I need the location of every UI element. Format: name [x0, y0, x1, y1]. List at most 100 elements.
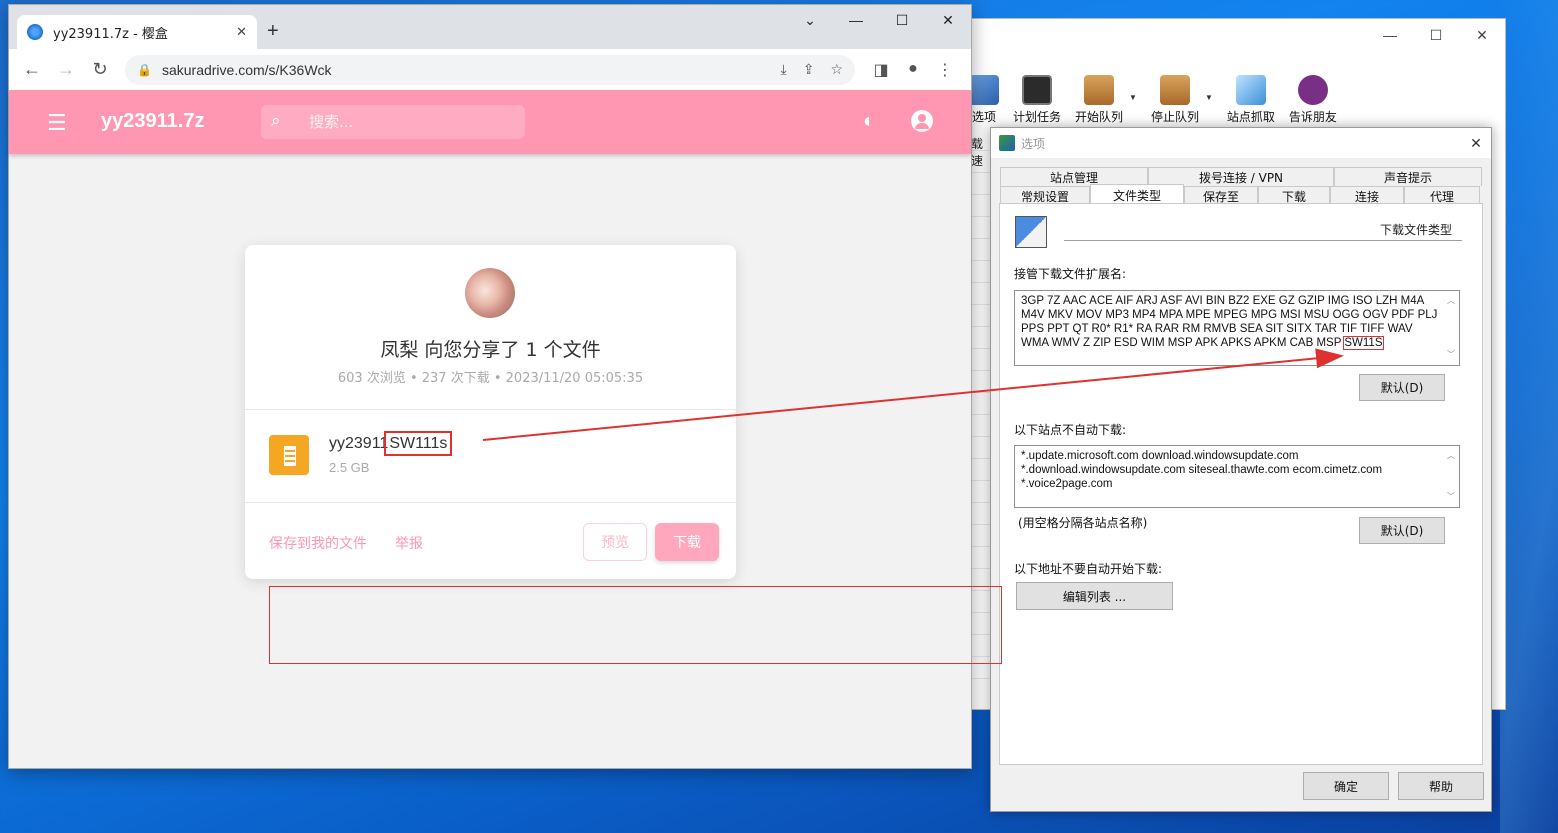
chevron-down-icon[interactable]: ▼ — [1129, 93, 1137, 127]
hamburger-menu-icon[interactable]: ☰ — [47, 110, 67, 136]
sites-textarea[interactable]: *.update.microsoft.com download.windowsu… — [1014, 445, 1460, 508]
annotation-box — [269, 586, 1002, 664]
toolbar-grabber-button[interactable]: 站点抓取 — [1227, 75, 1275, 127]
toolbar-tell-friend-button[interactable]: 告诉朋友 — [1289, 75, 1337, 127]
url-text: sakuradrive.com/s/K36Wck — [161, 61, 332, 78]
toolbar-start-queue-label: 开始队列 — [1075, 110, 1124, 124]
download-button[interactable]: 下载 — [655, 523, 719, 561]
divider — [245, 502, 736, 503]
bookmark-star-icon[interactable]: ☆ — [830, 61, 843, 78]
tab-file-types[interactable]: 文件类型 — [1090, 184, 1184, 205]
account-icon[interactable] — [911, 110, 933, 132]
close-icon[interactable]: ✕ — [1461, 135, 1491, 152]
tabs-row-top: 站点管理 拨号连接 / VPN 声音提示 — [1000, 167, 1482, 186]
install-app-icon[interactable]: ⤓ — [781, 61, 787, 78]
back-icon[interactable]: ← — [15, 59, 49, 80]
profile-icon[interactable]: ● — [897, 60, 929, 80]
tab-sound[interactable]: 声音提示 — [1334, 167, 1482, 186]
preview-button[interactable]: 预览 — [583, 523, 647, 561]
toolbar-options-button[interactable]: 选项 — [969, 75, 999, 127]
tab-strip: yy23911.7z - 樱盒 ✕ + ⌄ — ☐ ✕ — [9, 5, 971, 49]
toolbar-tell-friend-label: 告诉朋友 — [1288, 110, 1337, 124]
report-link[interactable]: 举报 — [395, 533, 423, 553]
help-button[interactable]: 帮助 — [1398, 772, 1484, 800]
window-controls: ⌄ — ☐ ✕ — [787, 5, 971, 35]
dialog-titlebar: 选项 ✕ — [991, 128, 1491, 158]
maximize-icon[interactable]: ☐ — [879, 5, 925, 35]
chevron-down-icon[interactable]: ⌄ — [787, 5, 833, 35]
file-name-ext-highlighted: SW111s — [384, 431, 453, 456]
search-box[interactable]: ⌕ — [261, 105, 525, 139]
share-title: 凤梨 向您分享了 1 个文件 — [380, 339, 601, 361]
section-title: 下载文件类型 — [1064, 221, 1462, 241]
close-icon[interactable]: ✕ — [925, 5, 971, 35]
site-line: *.download.windowsupdate.com siteseal.th… — [1021, 464, 1383, 476]
file-name-base: yy23911 — [329, 435, 389, 452]
toolbar-options-label: 选项 — [971, 110, 996, 124]
zip-file-icon — [269, 435, 309, 475]
ok-button[interactable]: 确定 — [1303, 772, 1389, 800]
default-extensions-button[interactable]: 默认(D) — [1359, 374, 1445, 401]
brightness-icon[interactable]: ◐ — [863, 110, 875, 133]
file-size: 2.5 GB — [329, 460, 370, 475]
new-tab-icon[interactable]: + — [267, 20, 279, 43]
site-line: *.update.microsoft.com download.windowsu… — [1021, 450, 1299, 462]
extensions-textarea[interactable]: 3GP 7Z AAC ACE AIF ARJ ASF AVI BIN BZ2 E… — [1014, 290, 1460, 366]
friend-icon — [1297, 75, 1328, 105]
toolbar-start-queue-button[interactable]: 开始队列 — [1075, 75, 1123, 127]
default-sites-button[interactable]: 默认(D) — [1359, 517, 1445, 544]
chevron-down-icon[interactable]: ▼ — [1205, 93, 1213, 127]
idm-toolbar: 选项 计划任务 开始队列 ▼ 停止队列 ▼ 站点抓取 告诉朋友 — [961, 75, 1505, 127]
chevron-down-icon[interactable]: ﹀ — [1447, 348, 1455, 362]
chevron-up-icon[interactable]: ︿ — [1447, 294, 1455, 308]
edit-list-button[interactable]: 编辑列表 ... — [1016, 582, 1173, 610]
site-title: yy23911.7z — [101, 110, 205, 132]
chevron-down-icon[interactable]: ﹀ — [1447, 490, 1455, 504]
file-name[interactable]: yy23911SW111s — [329, 431, 453, 456]
cursor-icon — [1235, 75, 1266, 105]
maximize-icon[interactable]: ☐ — [1413, 19, 1459, 51]
list-column-label: 载速 — [971, 137, 984, 168]
box-stop-icon — [1159, 75, 1190, 105]
forward-icon[interactable]: → — [49, 59, 83, 80]
scrollbar[interactable]: ︿ ﹀ — [1446, 449, 1456, 504]
browser-toolbar: ← → ↻ 🔒 sakuradrive.com/s/K36Wck ⤓ ⇪ ☆ ◨… — [9, 49, 971, 90]
close-icon[interactable]: ✕ — [1459, 19, 1505, 51]
sites-label: 以下站点不自动下载: — [1014, 423, 1127, 437]
sites-hint: (用空格分隔各站点名称) — [1018, 516, 1148, 530]
site-line: *.voice2page.com — [1021, 478, 1113, 490]
idm-window-controls: — ☐ ✕ — [1367, 19, 1505, 51]
browser-tab[interactable]: yy23911.7z - 樱盒 ✕ — [17, 15, 257, 49]
more-menu-icon[interactable]: ⋮ — [929, 60, 961, 80]
toolbar-stop-queue-label: 停止队列 — [1150, 110, 1199, 124]
wrench-icon — [969, 75, 999, 105]
search-icon: ⌕ — [271, 111, 281, 130]
side-panel-icon[interactable]: ◨ — [865, 60, 897, 80]
extensions-label: 接管下载文件扩展名: — [1014, 267, 1127, 281]
toolbar-stop-queue-button[interactable]: 停止队列 — [1151, 75, 1199, 127]
highlighted-extension: SW11S — [1343, 336, 1384, 350]
close-tab-icon[interactable]: ✕ — [236, 24, 247, 40]
address-bar[interactable]: 🔒 sakuradrive.com/s/K36Wck ⤓ ⇪ ☆ — [125, 54, 855, 85]
toolbar-grabber-label: 站点抓取 — [1226, 110, 1275, 124]
divider — [245, 409, 736, 410]
avatar — [465, 268, 515, 318]
toolbar-scheduler-button[interactable]: 计划任务 — [1013, 75, 1061, 127]
site-favicon-icon — [27, 24, 43, 40]
lock-icon[interactable]: 🔒 — [137, 63, 152, 77]
wallpaper-streak — [1500, 0, 1558, 833]
search-input[interactable] — [287, 113, 487, 131]
share-card: 凤梨 向您分享了 1 个文件 603 次浏览 • 237 次下载 • 2023/… — [245, 245, 736, 579]
minimize-icon[interactable]: — — [1367, 19, 1413, 51]
box-start-icon — [1084, 75, 1115, 105]
toolbar-scheduler-label: 计划任务 — [1013, 110, 1062, 124]
reload-icon[interactable]: ↻ — [83, 59, 117, 80]
save-to-my-files-link[interactable]: 保存到我的文件 — [269, 533, 367, 553]
chevron-up-icon[interactable]: ︿ — [1447, 449, 1455, 463]
minimize-icon[interactable]: — — [833, 5, 879, 35]
share-icon[interactable]: ⇪ — [803, 61, 815, 78]
scrollbar[interactable]: ︿ ﹀ — [1446, 294, 1456, 362]
idm-logo-icon — [999, 135, 1015, 151]
file-types-panel: 下载文件类型 接管下载文件扩展名: 3GP 7Z AAC ACE AIF ARJ… — [999, 203, 1483, 765]
dialog-title: 选项 — [1021, 136, 1046, 151]
